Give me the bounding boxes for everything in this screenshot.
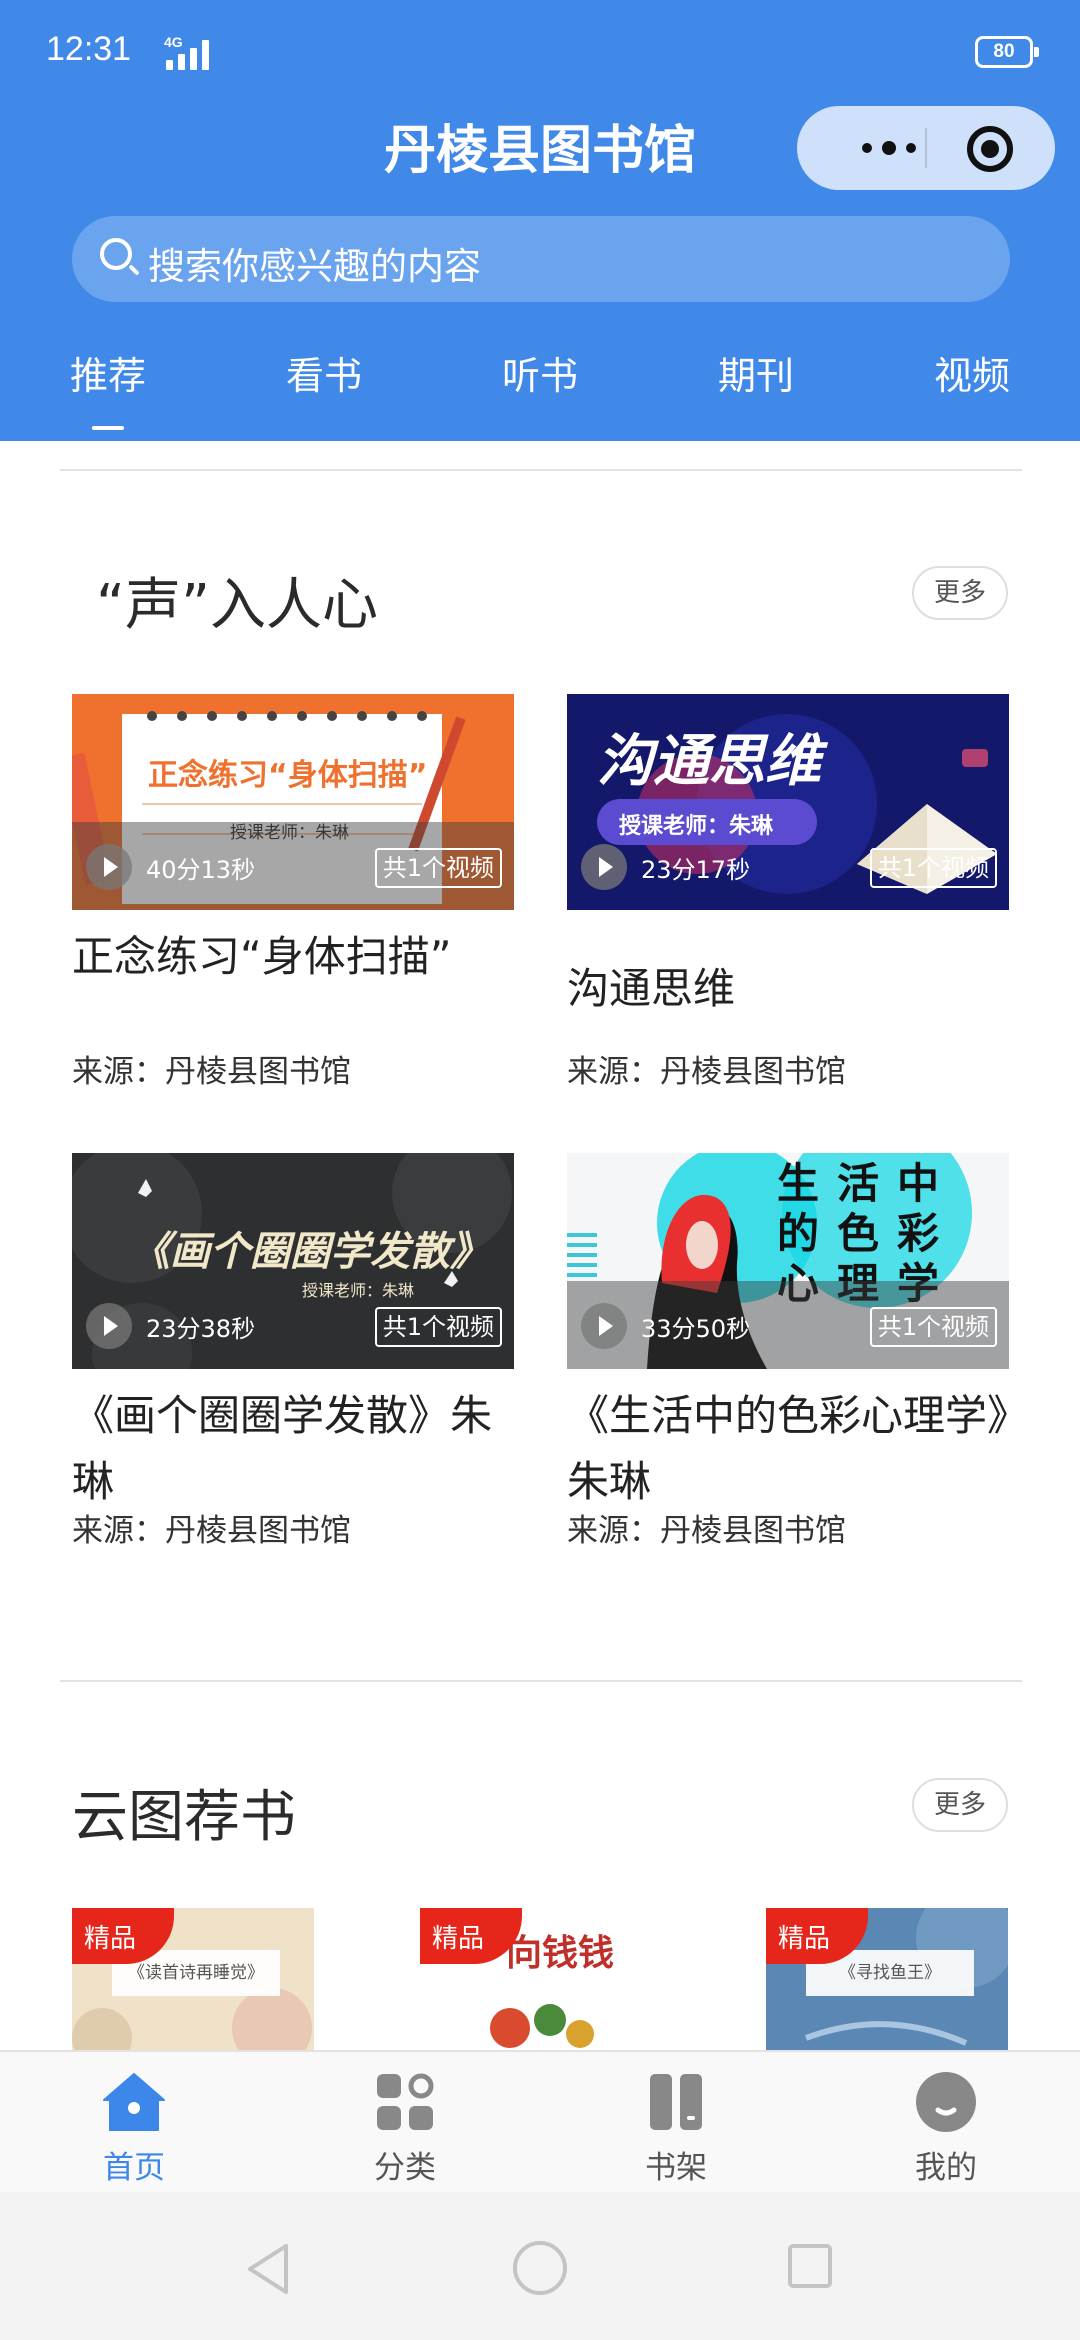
profile-icon	[916, 2072, 976, 2132]
nav-label: 首页	[103, 2150, 165, 2186]
play-icon[interactable]	[581, 1303, 627, 1349]
section-title-voice: “声”入人心	[96, 573, 379, 638]
thumb-teacher: 授课老师：朱琳	[619, 814, 774, 839]
tab-listen[interactable]: 听书	[502, 345, 578, 400]
system-navigation-bar	[0, 2192, 1080, 2340]
nav-label: 书架	[645, 2150, 707, 2186]
video-thumbnail: 正念练习“身体扫描” 授课老师：朱琳 40分13秒 共1个视频	[72, 694, 514, 910]
video-title[interactable]: 《生活中的色彩心理学》朱琳	[567, 1383, 1009, 1515]
nav-profile[interactable]: 我的	[876, 2052, 1016, 2194]
battery-icon: 80	[975, 36, 1039, 68]
bookshelf-icon	[650, 2074, 702, 2130]
network-type: 4G	[164, 34, 183, 50]
category-icon	[377, 2073, 434, 2130]
thumb-teacher: 授课老师：朱琳	[302, 1281, 415, 1300]
home-circle-icon[interactable]	[512, 2240, 568, 2296]
video-title[interactable]: 《画个圈圈学发散》朱琳	[72, 1383, 514, 1515]
video-source: 来源：丹棱县图书馆	[567, 1513, 846, 1549]
nav-category[interactable]: 分类	[335, 2052, 475, 2194]
book-cover-title: 向钱钱	[506, 1933, 615, 1974]
video-thumbnail: 生活中的色彩心理学 33分50秒 共1个视频	[567, 1153, 1009, 1369]
bottom-navigation: 首页 分类 书架 我的	[0, 2050, 1080, 2192]
recent-apps-icon[interactable]	[786, 2242, 834, 2290]
tab-journals[interactable]: 期刊	[718, 345, 794, 400]
status-time: 12:31	[46, 30, 132, 68]
video-thumbnail: 《画个圈圈学发散》 授课老师：朱琳 23分38秒 共1个视频	[72, 1153, 514, 1369]
video-duration: 33分50秒	[641, 1315, 751, 1343]
book-cover[interactable]: 《寻找鱼王》 精品	[766, 1908, 1008, 2050]
nav-label: 分类	[374, 2150, 436, 2186]
video-count-badge: 共1个视频	[869, 1307, 997, 1347]
book-cover[interactable]: 《读首诗再睡觉》 精品	[72, 1908, 314, 2050]
video-count-badge: 共1个视频	[374, 848, 502, 888]
divider	[60, 1680, 1022, 1682]
video-count-badge: 共1个视频	[869, 848, 997, 888]
back-icon[interactable]	[244, 2242, 292, 2296]
tab-read[interactable]: 看书	[286, 345, 362, 400]
play-icon[interactable]	[581, 844, 627, 890]
more-button-voice[interactable]: 更多	[912, 566, 1008, 620]
video-duration: 23分38秒	[146, 1315, 256, 1343]
video-source: 来源：丹棱县图书馆	[567, 1054, 846, 1090]
search-icon	[100, 238, 132, 270]
mini-program-capsule	[797, 106, 1055, 190]
capsule-divider	[925, 128, 927, 168]
signal-icon: 4G	[148, 34, 212, 70]
video-source: 来源：丹棱县图书馆	[72, 1054, 351, 1090]
home-icon	[103, 2073, 165, 2131]
video-source: 来源：丹棱县图书馆	[72, 1513, 351, 1549]
book-cover[interactable]: 向钱钱 精品	[420, 1908, 662, 2050]
tab-video[interactable]: 视频	[934, 345, 1010, 400]
header: 12:31 4G 80 丹棱县图书馆 搜索你感兴趣的内容 推荐 看书 听书 期刊…	[0, 0, 1080, 441]
nav-home[interactable]: 首页	[64, 2052, 204, 2194]
video-title[interactable]: 沟通思维	[567, 956, 1009, 1022]
category-tabs: 推荐 看书 听书 期刊 视频	[0, 345, 1080, 430]
thumb-text: 沟通思维	[597, 729, 821, 794]
play-icon[interactable]	[86, 1303, 132, 1349]
search-input[interactable]: 搜索你感兴趣的内容	[72, 216, 1010, 302]
search-placeholder: 搜索你感兴趣的内容	[148, 245, 481, 288]
more-icon[interactable]	[841, 106, 937, 190]
divider	[60, 469, 1022, 471]
video-duration: 40分13秒	[146, 856, 256, 884]
video-title[interactable]: 正念练习“身体扫描”	[72, 924, 514, 990]
thumb-text: 正念练习“身体扫描”	[148, 758, 428, 793]
video-duration: 23分17秒	[641, 856, 751, 884]
tab-recommend[interactable]: 推荐	[70, 345, 146, 430]
play-icon[interactable]	[86, 844, 132, 890]
thumb-text: 《画个圈圈学发散》	[130, 1229, 490, 1275]
more-button-books[interactable]: 更多	[912, 1778, 1008, 1832]
section-title-books: 云图荐书	[72, 1785, 296, 1850]
nav-bookshelf[interactable]: 书架	[606, 2052, 746, 2194]
video-thumbnail: 沟通思维 授课老师：朱琳 23分17秒 共1个视频	[567, 694, 1009, 910]
nav-label: 我的	[915, 2150, 977, 2186]
video-count-badge: 共1个视频	[374, 1307, 502, 1347]
close-mini-program-icon[interactable]	[967, 126, 1013, 172]
